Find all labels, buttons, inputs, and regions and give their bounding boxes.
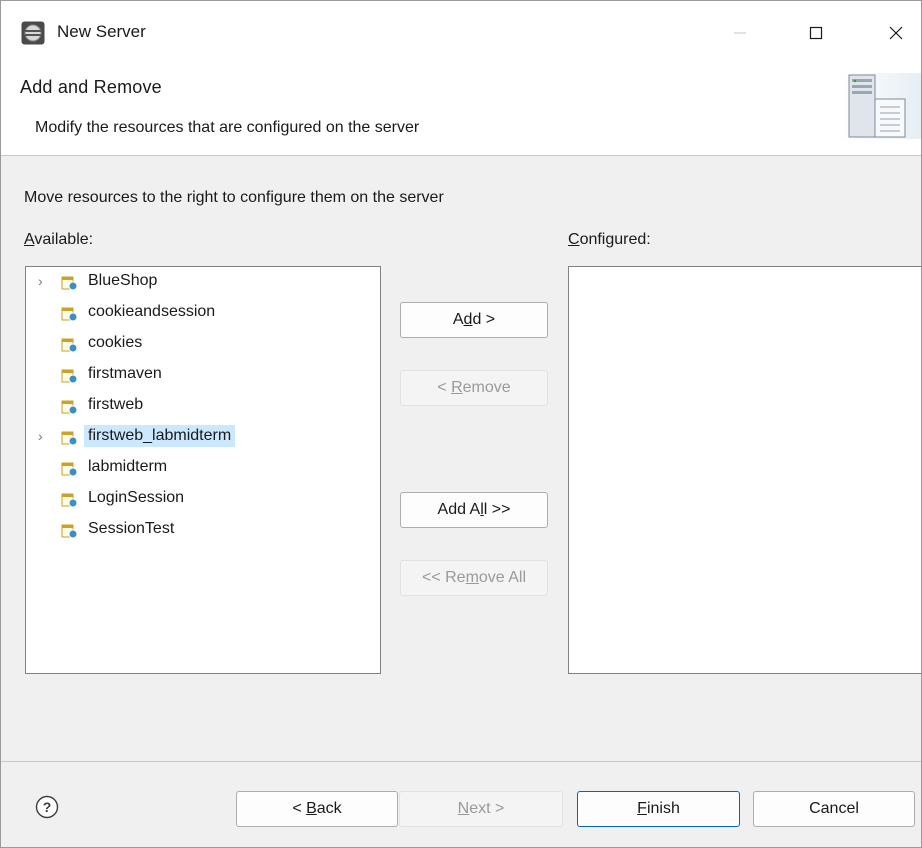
maximize-button[interactable] — [793, 15, 839, 51]
add-all-button-text: Add A — [437, 501, 481, 518]
remove-all-button-text: ove All — [478, 569, 527, 586]
remove-button-mnemonic: R — [451, 379, 463, 396]
configured-resources-list[interactable] — [568, 266, 921, 674]
back-button-text: < — [292, 800, 307, 817]
finish-button-mnemonic: F — [637, 800, 647, 817]
add-all-button[interactable]: Add All >> — [400, 492, 548, 528]
maximize-icon — [809, 26, 823, 40]
tree-item-label: firstweb — [88, 396, 144, 413]
minimize-icon — [734, 32, 746, 34]
tree-item-firstweb-labmidterm[interactable]: › firstweb_labmidterm — [26, 424, 366, 452]
help-icon[interactable]: ? — [35, 795, 59, 819]
server-wizard-icon — [839, 73, 921, 139]
web-project-icon — [61, 276, 78, 291]
available-resources-tree[interactable]: › BlueShop cookieandsession cookies firs… — [25, 266, 381, 674]
web-project-icon — [61, 400, 78, 415]
remove-button[interactable]: < Remove — [400, 370, 548, 406]
tree-item-cookies[interactable]: cookies — [26, 331, 366, 359]
add-all-button-text: l >> — [483, 501, 511, 518]
available-label-mnemonic: A — [24, 231, 35, 248]
add-button-text: A — [452, 311, 464, 328]
tree-item-label: labmidterm — [88, 458, 168, 475]
tree-item-label: cookies — [88, 334, 143, 351]
cancel-button-text: Cancel — [809, 800, 859, 817]
back-button-text: ack — [316, 800, 342, 817]
close-icon — [889, 26, 903, 40]
tree-item-labmidterm[interactable]: labmidterm — [26, 455, 366, 483]
web-project-icon — [61, 307, 78, 322]
tree-item-label: SessionTest — [88, 520, 175, 537]
tree-item-label-selected: firstweb_labmidterm — [84, 425, 236, 447]
wizard-banner: Add and Remove Modify the resources that… — [1, 67, 921, 156]
finish-button[interactable]: Finish — [577, 791, 740, 827]
available-label-text: vailable: — [34, 231, 94, 248]
next-button[interactable]: Next > — [399, 791, 563, 827]
web-project-icon — [61, 369, 78, 384]
configured-label: Configured: — [568, 231, 651, 249]
svg-text:?: ? — [43, 799, 52, 815]
instruction-text: Move resources to the right to configure… — [24, 189, 444, 206]
page-title: Add and Remove — [20, 77, 162, 97]
tree-item-firstweb[interactable]: firstweb — [26, 393, 366, 421]
next-button-mnemonic: N — [457, 800, 470, 817]
add-button-text: d > — [472, 311, 496, 328]
web-project-icon — [61, 338, 78, 353]
next-button-text: ext > — [469, 800, 505, 817]
remove-all-button-text: << Re — [421, 569, 466, 586]
configured-label-mnemonic: C — [568, 231, 580, 248]
available-label: Available: — [24, 231, 93, 249]
add-button[interactable]: Add > — [400, 302, 548, 338]
back-button-mnemonic: B — [306, 800, 317, 817]
title-bar: New Server — [1, 1, 921, 67]
cancel-button[interactable]: Cancel — [753, 791, 915, 827]
tree-item-label: cookieandsession — [88, 303, 216, 320]
tree-item-blueshop[interactable]: › BlueShop — [26, 269, 366, 297]
add-button-mnemonic: d — [463, 311, 473, 328]
web-project-icon — [61, 431, 78, 446]
tree-item-label: LoginSession — [88, 489, 185, 506]
remove-button-text: < — [437, 379, 452, 396]
expand-chevron-icon[interactable]: › — [38, 273, 43, 289]
remove-all-button-mnemonic: m — [465, 569, 479, 586]
web-project-icon — [61, 493, 78, 508]
new-server-dialog: New Server Add and Remove Modify the res… — [0, 0, 922, 848]
configured-label-text: onfigured: — [579, 231, 651, 248]
eclipse-server-icon — [21, 21, 45, 45]
tree-item-loginsession[interactable]: LoginSession — [26, 486, 366, 514]
finish-button-text: inish — [646, 800, 680, 817]
window-title: New Server — [57, 22, 146, 41]
page-description: Modify the resources that are configured… — [35, 119, 420, 136]
tree-item-firstmaven[interactable]: firstmaven — [26, 362, 366, 390]
back-button[interactable]: < Back — [236, 791, 398, 827]
expand-chevron-icon[interactable]: › — [38, 428, 43, 444]
remove-button-text: emove — [462, 379, 511, 396]
tree-item-label: BlueShop — [88, 272, 158, 289]
tree-item-label: firstmaven — [88, 365, 162, 382]
remove-all-button[interactable]: << Re m ove All — [400, 560, 548, 596]
tree-item-cookieandsession[interactable]: cookieandsession — [26, 300, 366, 328]
web-project-icon — [61, 462, 78, 477]
footer-separator — [1, 761, 921, 762]
tree-item-sessiontest[interactable]: SessionTest — [26, 517, 366, 545]
close-button[interactable] — [873, 15, 919, 51]
web-project-icon — [61, 524, 78, 539]
minimize-button[interactable] — [717, 15, 763, 51]
